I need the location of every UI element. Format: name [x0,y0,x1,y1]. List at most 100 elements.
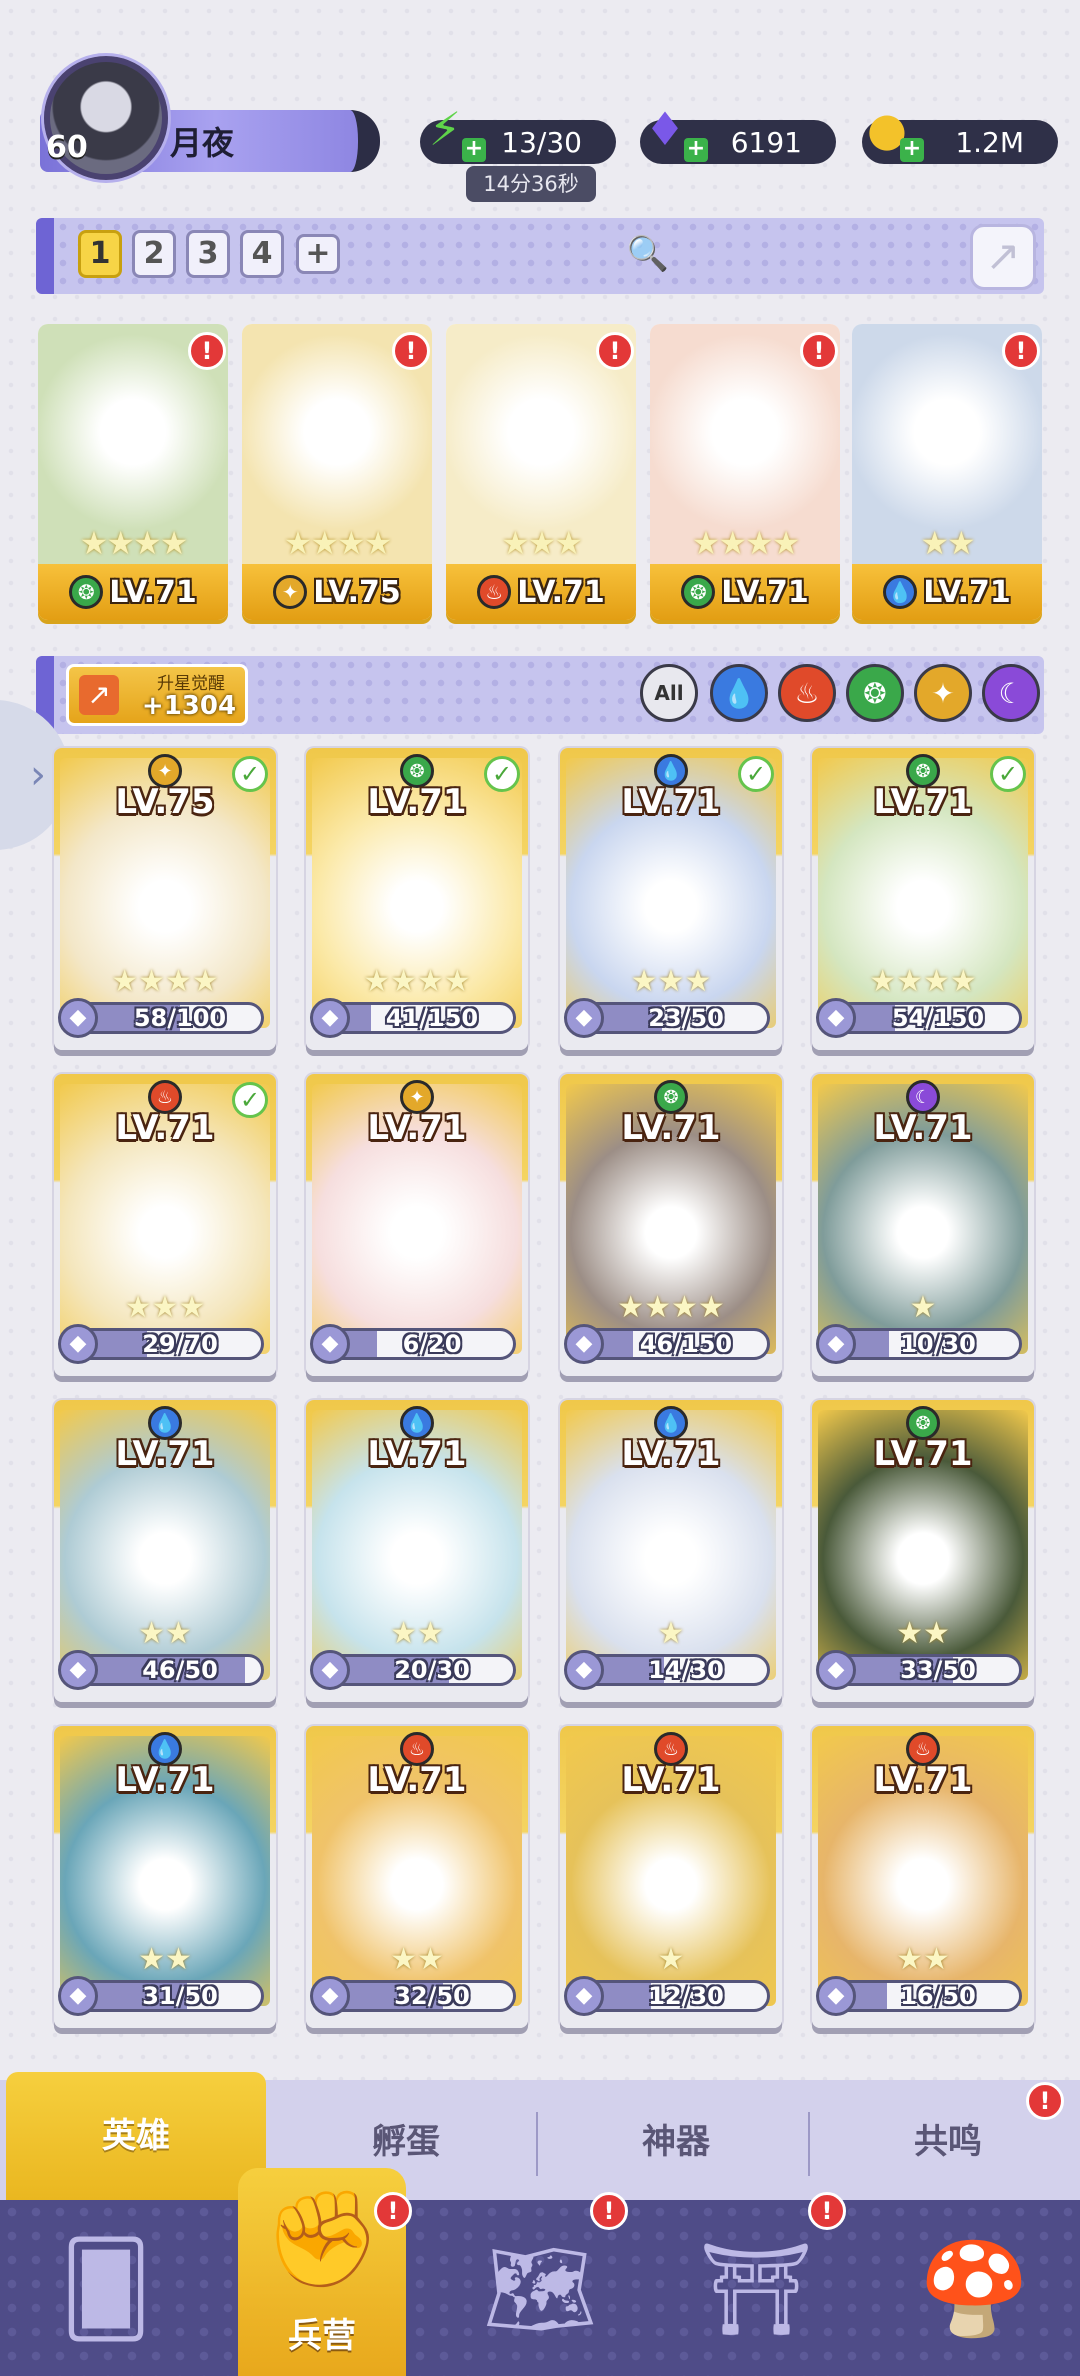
shard-icon: ◆ [310,1324,350,1364]
filter-all-label: All [654,681,684,705]
energy-value: 13/30 [501,125,582,159]
team-tab-4[interactable]: 4 [240,230,284,278]
hero-stars: ★★★★ [283,524,393,562]
hero-stars: ★ [657,1942,685,1977]
hero-level: LV.71 [621,1108,721,1148]
hero-level: LV.71 [873,1434,973,1474]
shard-count: 12/30 [648,1982,724,2010]
gold-plus-icon[interactable]: + [900,138,924,162]
hero-card[interactable]: ❂ ✓ LV.71 ★★★★ 41/150 ◆ [306,748,528,1050]
tab-divider [536,2112,538,2176]
hero-stars: ★★ [920,524,975,562]
water-element-icon: 💧 [883,575,918,609]
map-icon[interactable]: 🗺 [470,2224,610,2354]
hero-card[interactable]: 💧 LV.71 ★★ 46/50 ◆ [54,1400,276,1702]
alert-icon: ! [596,332,634,370]
hero-stars: ★★★★ [869,964,977,999]
tab-heroes[interactable]: 英雄 [6,2072,266,2200]
filter-wind-icon[interactable]: ❂ [846,664,904,722]
hero-card[interactable]: 💧 LV.71 ★ 14/30 ◆ [560,1400,782,1702]
hero-level: LV.71 [621,1434,721,1474]
hero-level: LV.71 [367,1434,467,1474]
hero-card[interactable]: ♨ LV.71 ★ 12/30 ◆ [560,1726,782,2028]
shard-icon: ◆ [310,998,350,1038]
cards-icon[interactable]: 🂠 [36,2224,176,2354]
hero-stars: ★★★ [630,964,712,999]
shard-count: 46/50 [142,1656,218,1684]
map-alert-icon: ! [590,2192,628,2230]
hero-card[interactable]: 💧 LV.71 ★★ 20/30 ◆ [306,1400,528,1702]
hero-stars: ★★ [896,1616,950,1651]
shard-count: 32/50 [394,1982,470,2010]
wind-element-icon: ❂ [681,575,716,609]
hero-card[interactable]: 💧 LV.71 ★★ 31/50 ◆ [54,1726,276,2028]
hero-stars: ★★ [390,1616,444,1651]
team-tab-2[interactable]: 2 [132,230,176,278]
shard-icon: ◆ [564,1650,604,1690]
hero-card[interactable]: ♨ LV.71 ★★ 32/50 ◆ [306,1726,528,2028]
filter-light-icon[interactable]: ✦ [914,664,972,722]
hero-card[interactable]: ✦ ✓ LV.75 ★★★★ 58/100 ◆ [54,748,276,1050]
hero-card[interactable]: ♨ ✓ LV.71 ★★★ 29/70 ◆ [54,1074,276,1376]
tab-artifact[interactable]: 神器 [546,2096,806,2188]
shard-count: 16/50 [900,1982,976,2010]
hero-stars: ★★★★ [111,964,219,999]
filter-water-icon[interactable]: 💧 [710,664,768,722]
shard-icon: ◆ [564,1324,604,1364]
hero-level-strip: ❂ LV.71 [650,564,840,620]
hero-level: LV.71 [721,574,809,610]
hero-level: LV.71 [115,1760,215,1800]
hero-card[interactable]: ❂ LV.71 ★★★★ 46/150 ◆ [560,1074,782,1376]
hero-level: LV.71 [115,1108,215,1148]
wind-element-icon: ❂ [69,575,104,609]
team-tab-1[interactable]: 1 [78,230,122,278]
hero-level: LV.71 [873,1760,973,1800]
shard-count: 6/20 [402,1330,462,1358]
gem-plus-icon[interactable]: + [684,138,708,162]
hero-stars: ★ [657,1616,685,1651]
shard-count: 29/70 [142,1330,218,1358]
star-awaken-button[interactable]: ↗ 升星觉醒 +1304 [66,664,248,726]
alert-icon: ! [1002,332,1040,370]
hero-level-strip: 💧 LV.71 [852,564,1042,620]
hero-card[interactable]: ✦ LV.71 6/20 ◆ [306,1074,528,1376]
hero-level: LV.71 [621,782,721,822]
mushroom-icon[interactable]: 🍄 [904,2224,1044,2354]
shard-icon: ◆ [816,998,856,1038]
hero-stars: ★ [909,1290,937,1325]
temple-alert-icon: ! [808,2192,846,2230]
filter-all-icon[interactable]: All [640,664,698,722]
fire-element-icon: ♨ [477,575,512,609]
hero-card[interactable]: ❂ LV.71 ★★ 33/50 ◆ [812,1400,1034,1702]
energy-plus-icon[interactable]: + [462,138,486,162]
gold-value: 1.2M [955,125,1024,159]
shard-count: 20/30 [394,1656,470,1684]
filter-fire-icon[interactable]: ♨ [778,664,836,722]
hero-level: LV.71 [367,782,467,822]
shard-count: 54/150 [891,1004,985,1032]
shard-icon: ◆ [58,1650,98,1690]
hero-level: LV.71 [367,1108,467,1148]
hero-card[interactable]: ☾ LV.71 ★ 10/30 ◆ [812,1074,1034,1376]
search-icon[interactable]: 🔍 [626,234,670,278]
shard-count: 31/50 [142,1982,218,2010]
light-element-icon: ✦ [273,575,308,609]
filter-dark-icon[interactable]: ☾ [982,664,1040,722]
hero-card[interactable]: ♨ LV.71 ★★ 16/50 ◆ [812,1726,1034,2028]
hero-level: LV.71 [923,574,1011,610]
hero-card[interactable]: ❂ ✓ LV.71 ★★★★ 54/150 ◆ [812,748,1034,1050]
hero-level: LV.71 [517,574,605,610]
shard-icon: ◆ [58,998,98,1038]
team-tab-3[interactable]: 3 [186,230,230,278]
resonance-alert-icon: ! [1026,2082,1064,2120]
hero-card[interactable]: 💧 ✓ LV.71 ★★★ 23/50 ◆ [560,748,782,1050]
alert-icon: ! [188,332,226,370]
shard-icon: ◆ [58,1976,98,2016]
shard-icon: ◆ [310,1650,350,1690]
temple-icon[interactable]: ⛩ [686,2224,826,2354]
shard-count: 10/30 [900,1330,976,1358]
share-icon[interactable]: ↗ [970,224,1036,290]
hero-level: LV.71 [873,1108,973,1148]
hero-level: LV.71 [367,1760,467,1800]
team-tab-add[interactable]: + [296,234,340,274]
